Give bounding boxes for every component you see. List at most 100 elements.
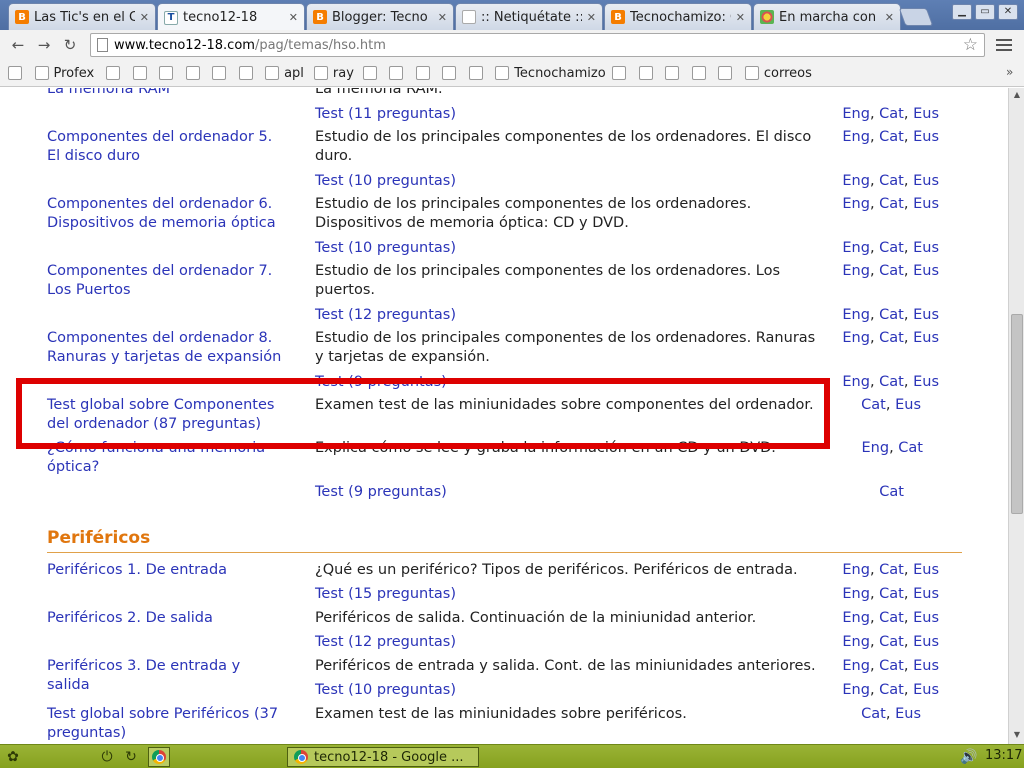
power-icon[interactable]: ⏻ — [98, 748, 116, 766]
topic-link[interactable]: La memoria RAM — [47, 88, 287, 99]
bookmark-item[interactable] — [442, 65, 457, 81]
language-link[interactable]: Cat — [879, 658, 904, 674]
language-link[interactable]: Eng — [842, 330, 870, 346]
language-link[interactable]: Cat — [879, 586, 904, 602]
language-link[interactable]: Cat — [879, 562, 904, 578]
bookmark-item[interactable]: correos — [744, 65, 812, 81]
language-link[interactable]: Eng — [862, 440, 890, 456]
tab-close-icon[interactable]: ✕ — [587, 11, 596, 24]
test-link[interactable]: Test (10 preguntas) — [315, 681, 825, 700]
tab-close-icon[interactable]: ✕ — [438, 11, 447, 24]
browser-tab[interactable]: :: Netiquétate :: ✕ — [455, 3, 603, 30]
language-link[interactable]: Eng — [842, 173, 870, 189]
language-link[interactable]: Eng — [842, 610, 870, 626]
bookmark-item[interactable] — [415, 65, 430, 81]
topic-link[interactable]: Periféricos 3. De entrada y salida — [47, 657, 287, 695]
language-link[interactable]: Eng — [842, 106, 870, 122]
language-link[interactable]: Eus — [913, 634, 939, 650]
bookmark-item[interactable] — [185, 65, 200, 81]
language-link[interactable]: Eus — [913, 562, 939, 578]
language-link[interactable]: Cat — [879, 682, 904, 698]
chrome-launcher-icon[interactable] — [148, 747, 170, 767]
topic-link[interactable]: Test global sobre Periféricos (37 pregun… — [47, 705, 287, 743]
browser-tab[interactable]: B Tecnochamizo: C ✕ — [604, 3, 752, 30]
close-window-icon[interactable]: ✕ — [998, 4, 1018, 20]
menu-icon[interactable] — [996, 36, 1012, 52]
bookmark-item[interactable] — [238, 65, 253, 81]
topic-link[interactable]: Periféricos 1. De entrada — [47, 561, 287, 580]
language-link[interactable]: Cat — [879, 374, 904, 390]
bookmark-item[interactable] — [212, 65, 227, 81]
language-link[interactable]: Eng — [842, 658, 870, 674]
language-link[interactable]: Eus — [913, 586, 939, 602]
language-link[interactable]: Cat — [879, 484, 904, 500]
language-link[interactable]: Cat — [879, 106, 904, 122]
refresh-icon[interactable]: ↻ — [122, 748, 140, 766]
test-link[interactable]: Test (10 preguntas) — [315, 239, 825, 258]
scroll-down-icon[interactable]: ▼ — [1011, 730, 1023, 742]
bookmark-item[interactable] — [362, 65, 377, 81]
bookmark-item[interactable] — [106, 65, 121, 81]
browser-tab[interactable]: B Blogger: Tecno ✕ — [306, 3, 454, 30]
language-link[interactable]: Eus — [913, 129, 939, 145]
bookmarks-overflow-icon[interactable]: » — [1006, 65, 1013, 79]
language-link[interactable]: Cat — [861, 706, 886, 722]
language-link[interactable]: Eng — [842, 374, 870, 390]
topic-link[interactable]: Periféricos 2. De salida — [47, 609, 287, 628]
test-link[interactable]: Test (9 preguntas) — [315, 483, 825, 502]
tab-close-icon[interactable]: ✕ — [885, 11, 894, 24]
language-link[interactable]: Eus — [895, 397, 921, 413]
tab-close-icon[interactable]: ✕ — [140, 11, 149, 24]
language-link[interactable]: Cat — [879, 610, 904, 626]
test-link[interactable]: Test (12 preguntas) — [315, 306, 825, 325]
language-link[interactable]: Eus — [913, 196, 939, 212]
bookmark-item[interactable] — [691, 65, 706, 81]
language-link[interactable]: Cat — [879, 330, 904, 346]
bookmark-item[interactable] — [718, 65, 733, 81]
volume-icon[interactable]: 🔊 — [960, 748, 978, 766]
language-link[interactable]: Eng — [842, 196, 870, 212]
language-link[interactable]: Eus — [913, 374, 939, 390]
forward-icon[interactable]: → — [34, 35, 54, 55]
test-link[interactable]: Test (11 preguntas) — [315, 105, 825, 124]
language-link[interactable]: Eus — [913, 610, 939, 626]
browser-tab[interactable]: Ttecno12-18 ✕ — [157, 3, 305, 31]
language-link[interactable]: Eng — [842, 586, 870, 602]
topic-link[interactable]: Componentes del ordenador 5. El disco du… — [47, 128, 287, 166]
bookmark-item[interactable] — [389, 65, 404, 81]
language-link[interactable]: Cat — [861, 397, 886, 413]
topic-link[interactable]: Componentes del ordenador 6. Dispositivo… — [47, 195, 287, 233]
language-link[interactable]: Eng — [842, 263, 870, 279]
language-link[interactable]: Eus — [913, 682, 939, 698]
language-link[interactable]: Eus — [913, 240, 939, 256]
tab-close-icon[interactable]: ✕ — [289, 11, 298, 24]
maximize-icon[interactable]: ▭ — [975, 4, 995, 20]
browser-tab[interactable]: En marcha con ✕ — [753, 3, 901, 30]
language-link[interactable]: Eng — [842, 240, 870, 256]
bookmark-item[interactable] — [638, 65, 653, 81]
bookmark-item[interactable]: Profex — [34, 65, 94, 81]
topic-link[interactable]: Componentes del ordenador 7. Los Puertos — [47, 262, 287, 300]
language-link[interactable]: Cat — [879, 129, 904, 145]
scroll-up-icon[interactable]: ▲ — [1011, 90, 1023, 102]
tab-close-icon[interactable]: ✕ — [736, 11, 745, 24]
back-icon[interactable]: ← — [8, 35, 28, 55]
bookmark-item[interactable] — [159, 65, 174, 81]
bookmark-item[interactable] — [468, 65, 483, 81]
language-link[interactable]: Cat — [879, 634, 904, 650]
reload-icon[interactable]: ↻ — [60, 35, 80, 55]
language-link[interactable]: Eus — [913, 307, 939, 323]
language-link[interactable]: Cat — [879, 307, 904, 323]
vertical-scrollbar[interactable]: ▲ ▼ — [1008, 88, 1024, 744]
language-link[interactable]: Eus — [895, 706, 921, 722]
bookmark-star-icon[interactable]: ☆ — [963, 35, 978, 55]
language-link[interactable]: Eng — [842, 562, 870, 578]
start-menu-icon[interactable]: ✿ — [4, 748, 22, 766]
bookmark-item[interactable] — [132, 65, 147, 81]
taskbar-window-button[interactable]: tecno12-18 - Google ... — [287, 747, 479, 767]
bookmark-item[interactable] — [8, 65, 22, 81]
language-link[interactable]: Eus — [913, 658, 939, 674]
test-link[interactable]: Test (12 preguntas) — [315, 633, 825, 652]
language-link[interactable]: Cat — [879, 173, 904, 189]
test-link[interactable]: Test (10 preguntas) — [315, 172, 825, 191]
